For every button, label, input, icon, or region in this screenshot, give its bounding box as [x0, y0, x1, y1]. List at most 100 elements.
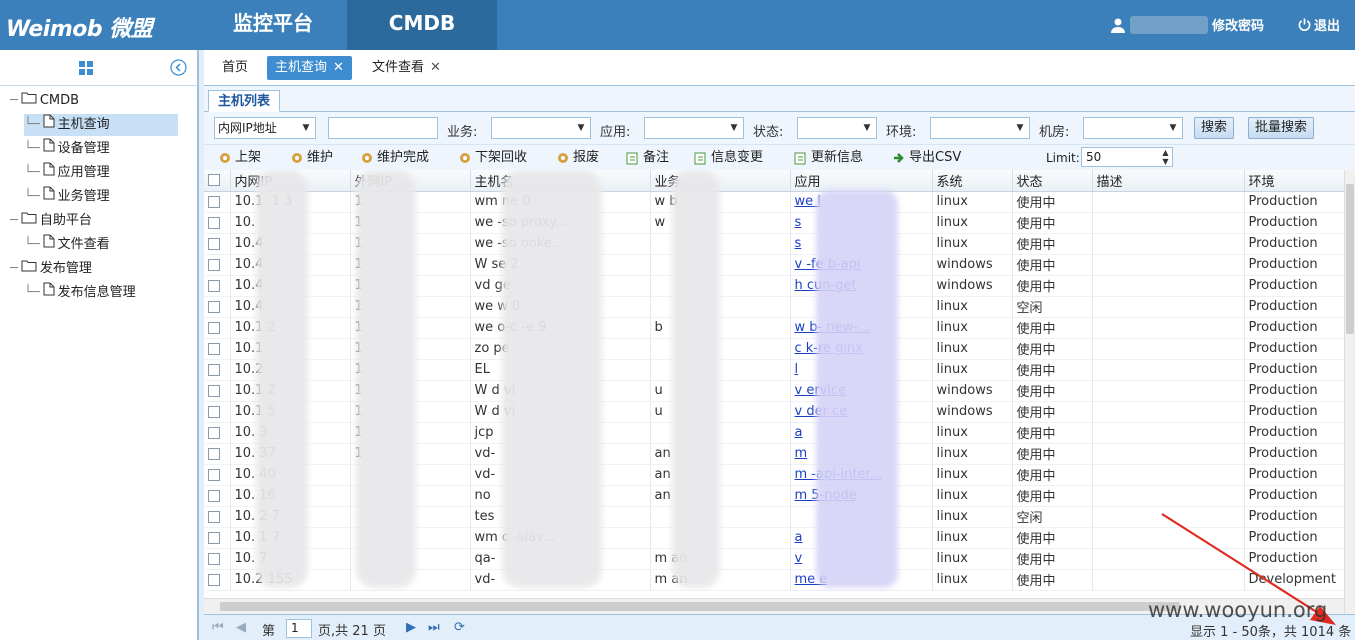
- app-link[interactable]: m: [795, 446, 808, 461]
- row-checkbox[interactable]: [208, 468, 220, 481]
- app-link[interactable]: s: [795, 215, 802, 230]
- app-link[interactable]: a: [795, 425, 803, 440]
- last-page-icon[interactable]: ⏭: [428, 620, 440, 635]
- close-icon[interactable]: ✕: [430, 56, 441, 80]
- toolbar-button[interactable]: 维护完成: [360, 148, 429, 168]
- row-checkbox[interactable]: [208, 573, 220, 586]
- row-select-cell[interactable]: [204, 422, 231, 444]
- row-select-cell[interactable]: [204, 401, 231, 423]
- row-select-cell[interactable]: [204, 296, 231, 318]
- tab-home[interactable]: 首页: [214, 56, 256, 80]
- toolbar-button[interactable]: 备注: [626, 148, 669, 168]
- vertical-scrollbar[interactable]: [1344, 170, 1355, 614]
- row-checkbox[interactable]: [208, 216, 220, 229]
- close-icon[interactable]: ✕: [333, 56, 344, 80]
- scroll-thumb[interactable]: [220, 602, 1180, 611]
- column-header[interactable]: 应用: [790, 170, 933, 192]
- row-checkbox[interactable]: [208, 426, 220, 439]
- row-checkbox[interactable]: [208, 447, 220, 460]
- row-checkbox[interactable]: [208, 384, 220, 397]
- row-checkbox[interactable]: [208, 195, 220, 208]
- limit-spinner[interactable]: ▲ ▼: [1159, 148, 1172, 166]
- toolbar-button[interactable]: 报废: [556, 148, 599, 168]
- batch-search-button[interactable]: 批量搜索: [1248, 117, 1315, 139]
- tab-host-query[interactable]: 主机查询 ✕: [267, 56, 352, 80]
- app-link[interactable]: v: [795, 551, 803, 566]
- select-all-checkbox[interactable]: [208, 174, 220, 187]
- page-number-input[interactable]: 1: [286, 619, 312, 638]
- toolbar-button[interactable]: 上架: [218, 148, 261, 168]
- tree-folder[interactable]: ─ 自助平台: [10, 210, 92, 232]
- tab-file-view[interactable]: 文件查看 ✕: [364, 56, 449, 80]
- status-select[interactable]: ▼: [797, 117, 877, 139]
- row-select-cell[interactable]: [204, 485, 231, 507]
- tree-item[interactable]: └─ 应用管理: [24, 162, 110, 184]
- app-link[interactable]: a: [795, 530, 803, 545]
- column-header[interactable]: 描述: [1092, 170, 1245, 192]
- grid-icon[interactable]: [79, 61, 93, 75]
- tree-item[interactable]: └─ 业务管理: [24, 186, 110, 208]
- toolbar-button[interactable]: 信息变更: [694, 148, 763, 168]
- refresh-icon[interactable]: ⟳: [454, 620, 465, 635]
- tree-item[interactable]: └─ 主机查询: [24, 114, 178, 136]
- row-checkbox[interactable]: [208, 405, 220, 418]
- env-select[interactable]: ▼: [930, 117, 1030, 139]
- toolbar-button[interactable]: 维护: [290, 148, 333, 168]
- business-select[interactable]: ▼: [491, 117, 591, 139]
- row-select-cell[interactable]: [204, 233, 231, 255]
- row-select-cell[interactable]: [204, 191, 231, 213]
- row-checkbox[interactable]: [208, 552, 220, 565]
- prev-page-icon[interactable]: ◀: [236, 620, 246, 635]
- toolbar-button[interactable]: 下架回收: [458, 148, 527, 168]
- row-select-cell[interactable]: [204, 527, 231, 549]
- collapse-sidebar-icon[interactable]: [170, 59, 187, 76]
- next-page-icon[interactable]: ▶: [406, 620, 416, 635]
- row-checkbox[interactable]: [208, 300, 220, 313]
- toolbar-button[interactable]: 更新信息: [794, 148, 863, 168]
- row-select-cell[interactable]: [204, 254, 231, 276]
- row-select-cell[interactable]: [204, 506, 231, 528]
- nav-cmdb[interactable]: CMDB: [347, 0, 497, 50]
- row-checkbox[interactable]: [208, 489, 220, 502]
- row-select-cell[interactable]: [204, 569, 231, 591]
- tree-item[interactable]: └─ 发布信息管理: [24, 282, 136, 304]
- app-link[interactable]: s: [795, 236, 802, 251]
- logout-button[interactable]: 退出: [1298, 15, 1340, 34]
- field-select[interactable]: 内网IP地址 ▼: [214, 117, 316, 139]
- row-checkbox[interactable]: [208, 279, 220, 292]
- tree-item[interactable]: └─ 文件查看: [24, 234, 110, 256]
- tree-item[interactable]: └─ 设备管理: [24, 138, 110, 160]
- row-select-cell[interactable]: [204, 380, 231, 402]
- row-checkbox[interactable]: [208, 342, 220, 355]
- row-checkbox[interactable]: [208, 510, 220, 523]
- row-checkbox[interactable]: [208, 321, 220, 334]
- row-select-cell[interactable]: [204, 275, 231, 297]
- column-header[interactable]: 系统: [932, 170, 1013, 192]
- row-checkbox[interactable]: [208, 363, 220, 376]
- scroll-thumb[interactable]: [1346, 184, 1354, 334]
- first-page-icon[interactable]: ⏮: [212, 620, 224, 635]
- row-checkbox[interactable]: [208, 258, 220, 271]
- nav-monitor-platform[interactable]: 监控平台: [200, 0, 346, 50]
- column-header[interactable]: 状态: [1012, 170, 1093, 192]
- row-select-cell[interactable]: [204, 212, 231, 234]
- app-link[interactable]: l: [795, 362, 799, 377]
- row-select-cell[interactable]: [204, 548, 231, 570]
- column-header[interactable]: 环境: [1244, 170, 1345, 192]
- user-menu[interactable]: 修改密码: [1110, 15, 1264, 34]
- tree-folder[interactable]: ─ CMDB: [10, 90, 79, 112]
- row-select-cell[interactable]: [204, 464, 231, 486]
- datacenter-select[interactable]: ▼: [1083, 117, 1183, 139]
- toolbar-button[interactable]: 导出CSV: [892, 148, 961, 168]
- row-select-cell[interactable]: [204, 443, 231, 465]
- tree-folder[interactable]: ─ 发布管理: [10, 258, 92, 280]
- search-button[interactable]: 搜索: [1194, 117, 1235, 139]
- row-select-cell[interactable]: [204, 338, 231, 360]
- select-all-cell[interactable]: [204, 170, 231, 192]
- row-checkbox[interactable]: [208, 531, 220, 544]
- change-password-link[interactable]: 修改密码: [1212, 15, 1264, 34]
- row-checkbox[interactable]: [208, 237, 220, 250]
- column-header[interactable]: 业务: [650, 170, 791, 192]
- row-select-cell[interactable]: [204, 359, 231, 381]
- row-select-cell[interactable]: [204, 317, 231, 339]
